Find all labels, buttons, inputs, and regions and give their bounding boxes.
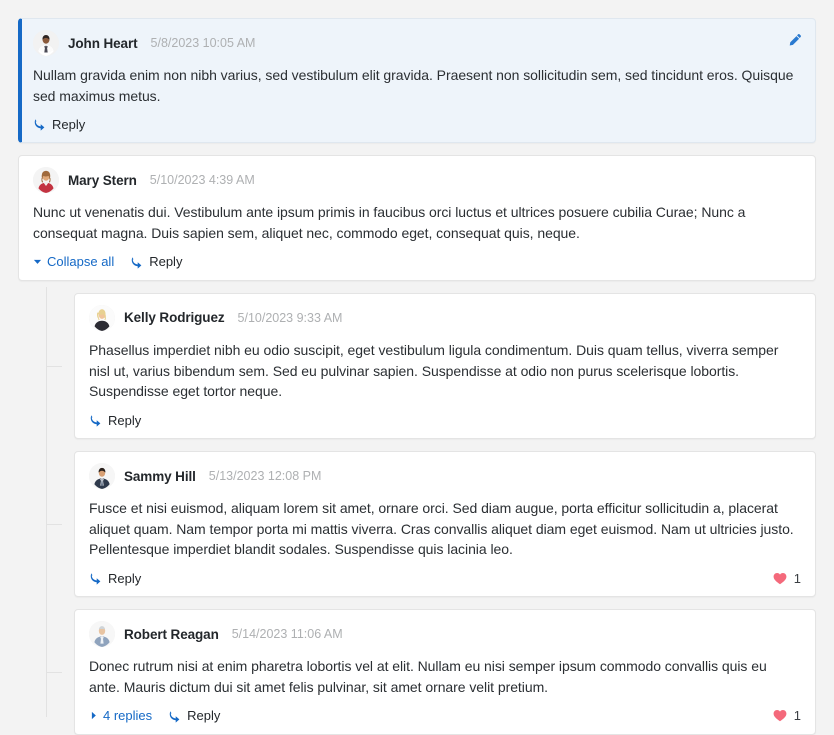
replies-count-label: 4 replies [103, 708, 153, 724]
reply-button[interactable]: Reply [130, 254, 182, 269]
comment-author: Sammy Hill [124, 468, 196, 484]
heart-icon [773, 572, 787, 584]
comment-card-robert-reagan[interactable]: Robert Reagan 5/14/2023 11:06 AM Donec r… [74, 609, 816, 735]
comment-item-wrapper: Mary Stern 5/10/2023 4:39 AM Nunc ut ven… [18, 155, 816, 281]
avatar-john-heart [33, 30, 59, 56]
comment-card-sammy-hill[interactable]: Sammy Hill 5/13/2023 12:08 PM Fusce et n… [74, 451, 816, 598]
avatar-image [89, 621, 115, 648]
reply-arrow-icon [90, 415, 101, 427]
reply-label: Reply [149, 254, 183, 270]
reply-button[interactable]: Reply [168, 708, 220, 723]
comment-header: Sammy Hill 5/13/2023 12:08 PM [89, 463, 801, 490]
chevron-down-icon [33, 260, 42, 265]
comment-timestamp: 5/13/2023 12:08 PM [208, 469, 322, 484]
comment-card-john-heart[interactable]: John Heart 5/8/2023 10:05 AM Nullam grav… [18, 18, 816, 144]
comment-author: Mary Stern [68, 172, 137, 188]
comment-text: Phasellus imperdiet nibh eu odio suscipi… [89, 341, 779, 400]
reply-arrow-icon [131, 256, 142, 269]
heart-icon [773, 710, 787, 722]
comment-item-wrapper: Robert Reagan 5/14/2023 11:06 AM Donec r… [46, 609, 816, 735]
pencil-icon [789, 33, 801, 45]
chevron-right-icon [91, 712, 96, 720]
avatar-image [89, 463, 115, 490]
comment-header: Mary Stern 5/10/2023 4:39 AM [33, 167, 801, 194]
comment-header: Kelly Rodriguez 5/10/2023 9:33 AM [89, 304, 801, 331]
like-counter[interactable]: 1 [773, 571, 801, 586]
comment-item-wrapper: Kelly Rodriguez 5/10/2023 9:33 AM Phasel… [46, 292, 816, 440]
avatar-kelly-rodriguez [89, 304, 115, 331]
comment-actions: Reply 1 [89, 569, 801, 587]
collapse-all-button[interactable]: Collapse all [33, 254, 114, 269]
comment-text: Nunc ut venenatis dui. Vestibulum ante i… [33, 204, 746, 242]
avatar-robert-reagan [89, 621, 115, 648]
comment-text: Donec rutrum nisi at enim pharetra lobor… [89, 658, 767, 695]
reply-button[interactable]: Reply [89, 571, 141, 586]
comment-text: Nullam gravida enim non nibh varius, sed… [33, 67, 794, 104]
avatar-image [33, 167, 59, 194]
comment-text: Fusce et nisi euismod, aliquam lorem sit… [89, 500, 794, 558]
comment-item-wrapper: Sammy Hill 5/13/2023 12:08 PM Fusce et n… [46, 451, 816, 598]
reply-label: Reply [52, 116, 86, 132]
avatar-sammy-hill [89, 463, 115, 490]
comment-header: John Heart 5/8/2023 10:05 AM [33, 30, 801, 56]
comment-actions: Collapse all Reply [33, 253, 801, 271]
comment-author: Robert Reagan [124, 626, 219, 642]
show-replies-button[interactable]: 4 replies [89, 708, 152, 723]
comment-timestamp: 5/14/2023 11:06 AM [231, 627, 343, 642]
collapse-all-label: Collapse all [47, 254, 115, 270]
reply-label: Reply [108, 570, 142, 586]
reply-label: Reply [108, 412, 142, 428]
avatar-mary-stern [33, 167, 59, 194]
avatar-image [33, 30, 59, 56]
reply-label: Reply [187, 708, 221, 724]
comment-header: Robert Reagan 5/14/2023 11:06 AM [89, 621, 801, 648]
comment-author: John Heart [68, 35, 138, 51]
comment-timestamp: 5/8/2023 10:05 AM [150, 36, 256, 50]
comment-card-mary-stern[interactable]: Mary Stern 5/10/2023 4:39 AM Nunc ut ven… [18, 155, 816, 281]
reply-arrow-icon [169, 710, 180, 723]
comment-timestamp: 5/10/2023 9:33 AM [237, 310, 343, 325]
comment-item-wrapper: John Heart 5/8/2023 10:05 AM Nullam grav… [18, 18, 816, 144]
like-counter[interactable]: 1 [773, 708, 801, 723]
comment-actions: Reply [33, 115, 801, 133]
comment-author: Kelly Rodriguez [124, 310, 225, 326]
like-count: 1 [793, 708, 801, 724]
comment-card-kelly-rodriguez[interactable]: Kelly Rodriguez 5/10/2023 9:33 AM Phasel… [74, 292, 816, 440]
reply-arrow-icon [90, 573, 101, 585]
nested-reply-thread: Kelly Rodriguez 5/10/2023 9:33 AM Phasel… [46, 286, 816, 735]
comment-actions: Reply [89, 411, 801, 429]
reply-arrow-icon [34, 119, 45, 131]
comments-thread: John Heart 5/8/2023 10:05 AM Nullam grav… [0, 0, 834, 735]
comment-actions: 4 replies Reply 1 [89, 707, 801, 725]
like-count: 1 [793, 570, 801, 586]
reply-button[interactable]: Reply [89, 413, 141, 428]
comment-timestamp: 5/10/2023 4:39 AM [149, 173, 255, 188]
avatar-image [89, 304, 115, 331]
edit-comment-button[interactable] [782, 28, 806, 52]
reply-button[interactable]: Reply [33, 117, 85, 132]
